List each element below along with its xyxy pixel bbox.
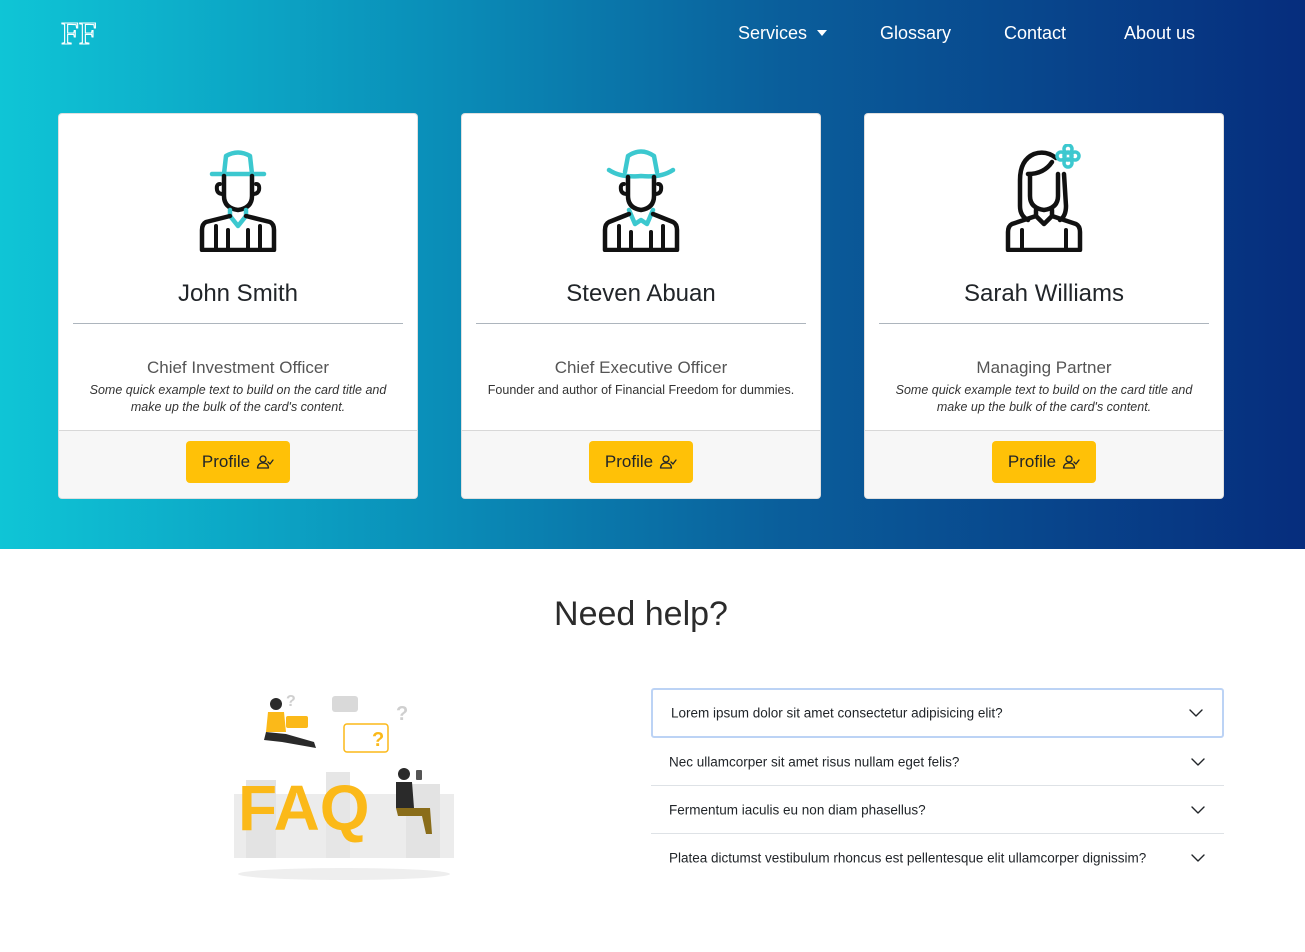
faq-illustration: FAQ ? ? ? [234, 693, 454, 880]
faq-item[interactable]: Lorem ipsum dolor sit amet consectetur a… [651, 688, 1224, 738]
team-card: Sarah Williams Managing Partner Some qui… [864, 113, 1224, 499]
card-text: Some quick example text to build on the … [895, 383, 1193, 414]
faq-question: Nec ullamcorper sit amet risus nullam eg… [669, 754, 960, 769]
nav-contact[interactable]: Contact [1004, 21, 1066, 45]
svg-text:?: ? [372, 729, 384, 751]
profile-button[interactable]: Profile [589, 441, 693, 483]
nav-glossary[interactable]: Glossary [880, 21, 951, 45]
nav-services[interactable]: Services [738, 21, 828, 45]
card-text: Some quick example text to build on the … [89, 383, 387, 414]
divider [73, 323, 403, 324]
card-text: Founder and author of Financial Freedom … [487, 383, 795, 397]
svg-text:?: ? [396, 703, 408, 725]
faq-item[interactable]: Fermentum iaculis eu non diam phasellus? [651, 786, 1224, 834]
team-card: John Smith Chief Investment Officer Some… [58, 113, 418, 499]
profile-button-label: Profile [1007, 452, 1057, 471]
svg-text:?: ? [286, 693, 296, 710]
card-role: Chief Investment Officer [146, 358, 330, 377]
card-name: Steven Abuan [566, 280, 716, 307]
faq-question: Fermentum iaculis eu non diam phasellus? [669, 802, 926, 817]
svg-text:FF: FF [61, 16, 97, 48]
hero-section: FF Services Glossary Contact About us Jo… [0, 0, 1305, 549]
caret-down-icon [817, 30, 828, 36]
nav-about-us[interactable]: About us [1124, 21, 1195, 45]
faq-item[interactable]: Platea dictumst vestibulum rhoncus est p… [651, 834, 1224, 882]
logo[interactable]: FF [61, 16, 101, 48]
divider [476, 323, 806, 324]
faq-question: Platea dictumst vestibulum rhoncus est p… [669, 850, 1147, 866]
divider [879, 323, 1209, 324]
card-footer: Profile [462, 430, 820, 498]
profile-button[interactable]: Profile [992, 441, 1096, 483]
section-title: Need help? [554, 595, 728, 633]
nav-services-label: Services [738, 23, 808, 43]
man-hat-avatar-icon [199, 150, 277, 252]
chevron-down-icon [1191, 805, 1205, 814]
user-check-icon [256, 455, 274, 469]
profile-button-label: Profile [604, 452, 654, 471]
woman-flower-avatar-icon [1005, 144, 1083, 252]
team-card: Steven Abuan Chief Executive Officer Fou… [461, 113, 821, 499]
card-role: Managing Partner [976, 358, 1112, 377]
chevron-down-icon [1191, 854, 1205, 862]
profile-button[interactable]: Profile [186, 441, 290, 483]
faq-accordion: Lorem ipsum dolor sit amet consectetur a… [651, 688, 1224, 882]
cowboy-avatar-icon [602, 149, 680, 252]
user-check-icon [1062, 455, 1080, 469]
faq-question: Lorem ipsum dolor sit amet consectetur a… [671, 705, 1003, 721]
profile-button-label: Profile [201, 452, 251, 471]
card-role: Chief Executive Officer [554, 358, 728, 377]
card-name: John Smith [177, 280, 299, 307]
faq-item[interactable]: Nec ullamcorper sit amet risus nullam eg… [651, 738, 1224, 786]
card-footer: Profile [59, 430, 417, 498]
svg-text:FAQ: FAQ [238, 772, 370, 844]
chevron-down-icon [1191, 757, 1205, 766]
user-check-icon [659, 455, 677, 469]
card-name: Sarah Williams [963, 280, 1125, 307]
card-footer: Profile [865, 430, 1223, 498]
chevron-down-icon [1189, 709, 1203, 717]
